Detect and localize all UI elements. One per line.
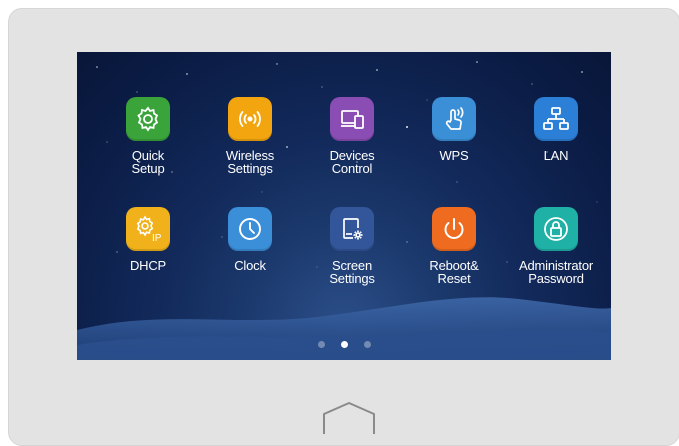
app-label: Administrator Password	[519, 258, 593, 286]
app-label: Screen Settings	[329, 258, 375, 286]
network-icon	[543, 107, 569, 130]
app-label: Reboot& Reset	[429, 258, 479, 286]
app-reboot-reset[interactable]: Reboot& Reset	[409, 207, 499, 285]
clock-icon	[239, 218, 261, 240]
administrator-password-tile[interactable]	[534, 207, 578, 251]
app-label: DHCP	[129, 258, 167, 273]
devices-control-tile[interactable]	[330, 97, 374, 141]
app-devices-control[interactable]: Devices Control	[307, 97, 397, 175]
app-grid: Quick Setup Wireless Settings Devices Co…	[77, 52, 611, 360]
clock-tile[interactable]	[228, 207, 272, 251]
app-clock[interactable]: Clock	[205, 207, 295, 272]
app-screen-settings[interactable]: Screen Settings	[307, 207, 397, 285]
app-label: Devices Control	[329, 148, 375, 176]
svg-text:IP: IP	[152, 233, 162, 244]
app-label: Clock	[234, 258, 266, 273]
gear-ip-icon: IP	[136, 215, 162, 244]
gear-icon	[137, 106, 159, 132]
lan-tile[interactable]	[534, 97, 578, 141]
page-dot[interactable]	[363, 341, 371, 348]
home-screen: Quick Setup Wireless Settings Devices Co…	[77, 52, 611, 360]
reboot-reset-tile[interactable]	[432, 207, 476, 251]
home-button-icon[interactable]	[320, 400, 378, 436]
screen-settings-icon	[343, 218, 363, 240]
page-dot[interactable]	[317, 341, 325, 348]
page-dot-active[interactable]	[340, 341, 348, 348]
wps-tile[interactable]	[432, 97, 476, 141]
app-label: WPS	[439, 148, 469, 163]
dhcp-tile[interactable]: IP	[126, 207, 170, 251]
screen-settings-tile[interactable]	[330, 207, 374, 251]
lock-icon	[544, 217, 568, 241]
app-dhcp[interactable]: IP DHCP	[103, 207, 193, 272]
touch-icon	[445, 107, 464, 130]
app-lan[interactable]: LAN	[511, 97, 601, 162]
app-label: Quick Setup	[131, 148, 165, 176]
wireless-settings-tile[interactable]	[228, 97, 272, 141]
app-label: LAN	[543, 148, 569, 163]
quick-setup-tile[interactable]	[126, 97, 170, 141]
app-label: Wireless Settings	[225, 148, 275, 176]
app-wps[interactable]: WPS	[409, 97, 499, 162]
wireless-icon	[239, 111, 261, 127]
devices-icon	[341, 110, 364, 129]
app-wireless-settings[interactable]: Wireless Settings	[205, 97, 295, 175]
app-administrator-password[interactable]: Administrator Password	[511, 207, 601, 285]
app-quick-setup[interactable]: Quick Setup	[103, 97, 193, 175]
power-icon	[444, 218, 464, 239]
page-indicator	[77, 335, 611, 353]
